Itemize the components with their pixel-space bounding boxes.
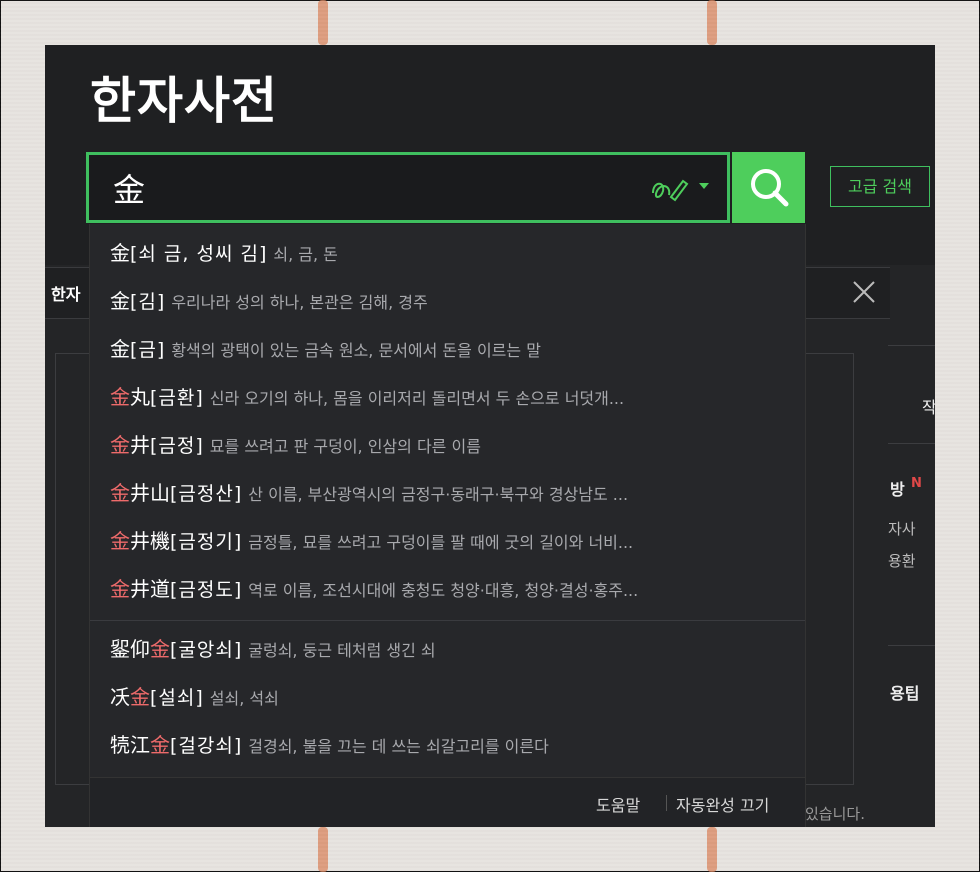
- autocomplete-item[interactable]: 金井機[금정기] 금정틀, 묘를 쓰려고 구덩이를 팔 때에 굿의 길이와 너비.…: [110, 524, 790, 558]
- handwriting-input-icon[interactable]: [649, 173, 689, 203]
- hanja-definition: 묘를 쓰려고 판 구덩이, 인삼의 다른 이름: [209, 437, 481, 456]
- hanja-text: 金井山: [110, 481, 170, 505]
- hanja-definition: 걸경쇠, 불을 끄는 데 쓰는 쇠갈고리를 이른다: [248, 737, 549, 756]
- hanja-reading: [금]: [130, 339, 166, 361]
- hanja-prefix: 㓇: [110, 685, 130, 709]
- hanja-dictionary-app: 한자사전 한자 작 방 N 자사 용환 용팁 있습니다. 고급 검색 金[쇠 금…: [45, 45, 935, 827]
- hanja-suffix: 丸: [130, 385, 150, 409]
- hanja-match-highlight: 金: [110, 433, 130, 457]
- autocomplete-divider: [90, 620, 805, 621]
- advanced-search-button[interactable]: 고급 검색: [830, 166, 930, 207]
- background-text: 있습니다.: [805, 805, 865, 823]
- hanja-definition: 금정틀, 묘를 쓰려고 구덩이를 팔 때에 굿의 길이와 너비...: [248, 533, 634, 552]
- autocomplete-item[interactable]: 金[김] 우리나라 성의 하나, 본관은 김해, 경주: [110, 284, 790, 318]
- background-text: 자사: [888, 520, 916, 538]
- new-badge: N: [911, 476, 922, 491]
- autocomplete-dropdown: 金[쇠 금, 성씨 김] 쇠, 금, 돈 金[김] 우리나라 성의 하나, 본관은 김…: [89, 224, 806, 827]
- hanja-match-highlight: 金: [130, 685, 150, 709]
- background-divider: [888, 443, 935, 444]
- hanja-prefix: 金: [110, 289, 130, 313]
- footer-separator: [666, 795, 667, 811]
- search-box: [86, 152, 730, 223]
- decorative-stroke: [707, 0, 717, 45]
- autocomplete-item[interactable]: 㸿江金[걸강쇠] 걸경쇠, 불을 끄는 데 쓰는 쇠갈고리를 이른다: [110, 728, 790, 762]
- decorative-stroke: [707, 827, 717, 872]
- page-title: 한자사전: [90, 72, 278, 130]
- hanja-match-highlight: 金: [150, 637, 170, 661]
- hanja-definition: 산 이름, 부산광역시의 금정구·동래구·북구와 경상남도 ...: [248, 485, 629, 504]
- hanja-reading: [금정]: [150, 435, 204, 457]
- hanja-definition: 쇠, 금, 돈: [273, 245, 338, 264]
- hanja-definition: 신라 오기의 하나, 몸을 이리저리 돌리면서 두 손으로 너덧개...: [209, 389, 625, 408]
- background-heading: 방: [890, 480, 905, 499]
- autocomplete-item[interactable]: 金[쇠 금, 성씨 김] 쇠, 금, 돈: [110, 236, 790, 270]
- search-button[interactable]: [732, 152, 805, 223]
- autocomplete-footer: 도움말 자동완성 끄기: [90, 777, 805, 827]
- hanja-prefix: 金: [110, 241, 130, 265]
- hanja-text: 㸿江金: [110, 733, 170, 757]
- background-text: 작: [922, 398, 935, 417]
- autocomplete-item[interactable]: 金井道[금정도] 역로 이름, 조선시대에 충청도 청양·대흥, 청양·결성·홍주…: [110, 572, 790, 606]
- background-divider: [888, 345, 935, 346]
- hanja-reading: [금정산]: [170, 483, 243, 505]
- search-input[interactable]: [111, 163, 635, 213]
- hanja-text: 𨥫仰金: [110, 637, 170, 661]
- hanja-prefix: 金: [110, 337, 130, 361]
- autocomplete-item[interactable]: 金井山[금정산] 산 이름, 부산광역시의 금정구·동래구·북구와 경상남도 ..…: [110, 476, 790, 510]
- hanja-reading: [설쇠]: [150, 687, 204, 709]
- hanja-text: 金丸: [110, 385, 150, 409]
- background-text: 용환: [888, 552, 916, 570]
- hanja-suffix: 井道: [130, 577, 170, 601]
- hanja-reading: [쇠 금, 성씨 김]: [130, 243, 268, 265]
- hanja-definition: 우리나라 성의 하나, 본관은 김해, 경주: [171, 293, 428, 312]
- hanja-definition: 역로 이름, 조선시대에 충청도 청양·대흥, 청양·결성·홍주...: [248, 581, 639, 600]
- autocomplete-item[interactable]: 㓇金[설쇠] 설쇠, 석쇠: [110, 680, 790, 714]
- hanja-definition: 설쇠, 석쇠: [209, 689, 279, 708]
- background-heading: 용팁: [890, 684, 920, 703]
- hanja-definition: 굴렁쇠, 둥근 테처럼 생긴 쇠: [248, 641, 436, 660]
- hanja-match-highlight: 金: [150, 733, 170, 757]
- chevron-down-icon[interactable]: [697, 179, 711, 193]
- hanja-reading: [금환]: [150, 387, 204, 409]
- hanja-text: 金井: [110, 433, 150, 457]
- hanja-reading: [걸강쇠]: [170, 735, 243, 757]
- hanja-text: 㓇金: [110, 685, 150, 709]
- hanja-match-highlight: 金: [110, 529, 130, 553]
- hanja-reading: [금정기]: [170, 531, 243, 553]
- autocomplete-item[interactable]: 金[금] 황색의 광택이 있는 금속 원소, 문서에서 돈을 이르는 말: [110, 332, 790, 366]
- hanja-match-highlight: 金: [110, 385, 130, 409]
- hanja-reading: [굴앙쇠]: [170, 639, 243, 661]
- hanja-suffix: 井: [130, 433, 150, 457]
- hanja-text: 金井機: [110, 529, 170, 553]
- hanja-suffix: 井山: [130, 481, 170, 505]
- hanja-prefix: 㸿江: [110, 733, 150, 757]
- hanja-suffix: 井機: [130, 529, 170, 553]
- hanja-text: 金: [110, 337, 130, 361]
- hanja-reading: [금정도]: [170, 579, 243, 601]
- help-link[interactable]: 도움말: [596, 792, 640, 816]
- background-divider: [888, 645, 935, 646]
- search-icon: [751, 169, 789, 207]
- autocomplete-item[interactable]: 𨥫仰金[굴앙쇠] 굴렁쇠, 둥근 테처럼 생긴 쇠: [110, 632, 790, 666]
- decorative-stroke: [318, 827, 328, 872]
- hanja-text: 金: [110, 241, 130, 265]
- hanja-match-highlight: 金: [110, 577, 130, 601]
- autocomplete-item[interactable]: 金丸[금환] 신라 오기의 하나, 몸을 이리저리 돌리면서 두 손으로 너덧개.…: [110, 380, 790, 414]
- autocomplete-off-link[interactable]: 자동완성 끄기: [676, 792, 769, 816]
- hanja-reading: [김]: [130, 291, 166, 313]
- hanja-text: 金: [110, 289, 130, 313]
- hanja-definition: 황색의 광택이 있는 금속 원소, 문서에서 돈을 이르는 말: [171, 341, 541, 360]
- background-tab-label[interactable]: 한자: [51, 281, 80, 305]
- hanja-match-highlight: 金: [110, 481, 130, 505]
- decorative-stroke: [318, 0, 328, 45]
- autocomplete-item[interactable]: 金井[금정] 묘를 쓰려고 판 구덩이, 인삼의 다른 이름: [110, 428, 790, 462]
- hanja-prefix: 𨥫仰: [110, 637, 150, 661]
- close-icon[interactable]: [851, 279, 877, 305]
- hanja-text: 金井道: [110, 577, 170, 601]
